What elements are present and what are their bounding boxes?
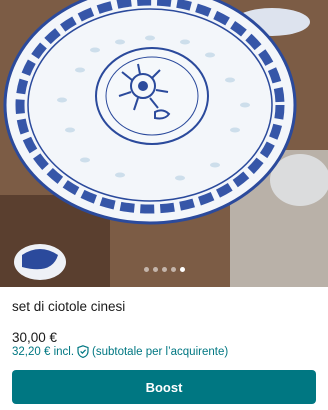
listing-card: set di ciotole cinesi 30,00 € 32,20 € in…	[0, 0, 328, 410]
photo-dot[interactable]	[152, 267, 158, 272]
listing-title: set di ciotole cinesi	[12, 299, 126, 314]
bowl-image	[0, 0, 328, 287]
boost-button[interactable]: Boost	[12, 370, 316, 404]
photo-pagination	[0, 267, 328, 272]
photo-dot[interactable]	[143, 267, 149, 272]
listing-price: 30,00 €	[12, 330, 58, 345]
photo-dot-active[interactable]	[179, 267, 185, 272]
listing-photo[interactable]	[0, 0, 328, 287]
photo-dot[interactable]	[170, 267, 176, 272]
fee-note: (subtotale per l’acquirente)	[92, 345, 229, 358]
shield-check-icon	[77, 345, 89, 359]
buyer-fee-row[interactable]: 32,20 € incl. (subtotale per l’acquirent…	[12, 345, 229, 359]
price-with-fee: 32,20 € incl.	[12, 345, 75, 358]
photo-dot[interactable]	[161, 267, 167, 272]
